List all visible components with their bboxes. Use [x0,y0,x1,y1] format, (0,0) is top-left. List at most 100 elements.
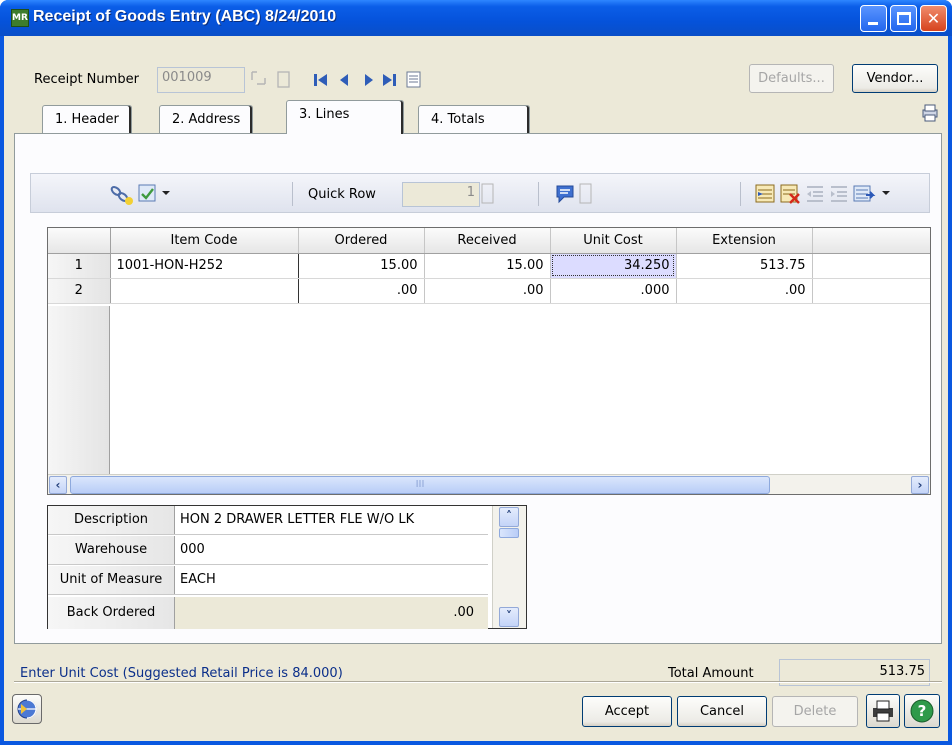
column-header-filler [812,228,930,254]
help-center-button[interactable] [12,694,42,724]
scroll-up-icon[interactable]: ˄ [499,507,519,527]
accept-button[interactable]: Accept [582,696,672,727]
ordered-cell[interactable]: 15.00 [298,253,425,279]
app-logo-icon: MR [11,9,29,27]
toolbar-separator [292,182,293,206]
description-value[interactable]: HON 2 DRAWER LETTER FLE W/O LK [180,506,414,534]
defaults-button-label: Defaults... [758,71,825,86]
last-record-icon[interactable] [381,72,399,88]
cancel-button[interactable]: Cancel [677,696,767,727]
unit-of-measure-value[interactable]: EACH [180,566,216,594]
next-number-icon[interactable] [276,70,292,90]
grid-header-row: Item Code Ordered Received Unit Cost Ext… [48,228,930,254]
warehouse-value[interactable]: 000 [180,536,205,564]
first-record-icon[interactable] [312,72,330,88]
tab-lines[interactable]: 3. Lines [286,100,404,134]
horizontal-scrollbar[interactable]: ‹ III › [48,474,930,494]
warehouse-label: Warehouse [48,536,175,564]
item-code-cell[interactable] [110,278,299,304]
insert-line-icon[interactable] [754,183,778,205]
chevron-down-icon[interactable] [881,188,891,198]
ordered-cell[interactable]: .00 [298,278,425,304]
row-number[interactable]: 2 [48,278,111,304]
detail-row-description: Description HON 2 DRAWER LETTER FLE W/O … [48,506,488,535]
close-button[interactable]: ✕ [920,5,947,32]
maximize-icon [897,12,911,25]
help-icon: ? [910,699,934,723]
column-header-item-code[interactable]: Item Code [110,228,299,254]
extension-cell[interactable]: 513.75 [676,253,813,279]
column-header-ordered[interactable]: Ordered [298,228,425,254]
tab-totals[interactable]: 4. Totals [418,105,530,133]
scroll-grip: III [415,479,425,490]
minimize-icon [868,22,878,25]
table-row[interactable]: 2 .00 .00 .000 .00 [48,278,930,304]
lines-table: Item Code Ordered Received Unit Cost Ext… [48,228,930,304]
footer-divider [14,681,942,683]
tab-header-label: 1. Header [55,112,119,127]
print-button[interactable] [866,694,900,728]
scroll-thumb[interactable]: III [70,476,770,494]
comment-icon[interactable] [555,183,577,205]
scroll-left-icon[interactable]: ‹ [49,476,67,494]
record-list-icon[interactable] [405,70,423,90]
quick-row-spin-icon[interactable] [481,183,495,205]
comment-box-icon[interactable] [579,183,593,205]
next-record-icon[interactable] [362,72,376,88]
previous-record-icon[interactable] [337,72,351,88]
item-lookup-icon[interactable] [136,182,160,206]
link-item-icon[interactable] [108,182,136,206]
total-amount-label: Total Amount [668,666,754,681]
receipt-number-field[interactable]: 001009 [157,67,245,93]
filler-cell [812,253,930,279]
detail-vertical-scrollbar[interactable]: ˄ ˅ [492,506,526,628]
scroll-down-icon[interactable]: ˅ [499,607,519,627]
close-icon: ✕ [926,9,941,28]
unit-cost-cell[interactable]: .000 [550,278,677,304]
row-number[interactable]: 1 [48,253,111,279]
lines-grid[interactable]: Item Code Ordered Received Unit Cost Ext… [47,227,931,495]
vendor-button[interactable]: Vendor... [852,64,938,93]
minimize-button[interactable] [860,5,887,32]
quick-row-field[interactable]: 1 [402,182,480,207]
globe-icon [17,699,37,719]
outdent-icon[interactable] [804,183,826,205]
indent-icon[interactable] [828,183,850,205]
maximize-button[interactable] [890,5,917,32]
window-client: Receipt Number 001009 Defaults... Vendor… [4,36,948,741]
column-header-extension[interactable]: Extension [676,228,813,254]
detail-scroll-thumb[interactable] [499,528,519,538]
description-label: Description [48,506,175,534]
toolbar-separator [538,182,539,206]
receipt-number-label: Receipt Number [34,72,139,87]
unit-of-measure-label: Unit of Measure [48,566,175,594]
delete-button[interactable]: Delete [772,696,858,727]
tab-address[interactable]: 2. Address [159,105,254,133]
title-bar[interactable]: MR Receipt of Goods Entry (ABC) 8/24/201… [0,0,952,36]
table-row[interactable]: 1 1001-HON-H252 15.00 15.00 34.250 513.7… [48,253,930,279]
chevron-down-icon[interactable] [161,188,171,198]
lookup-icon[interactable] [250,70,268,90]
window-title: Receipt of Goods Entry (ABC) 8/24/2010 [33,8,337,25]
status-message: Enter Unit Cost (Suggested Retail Price … [20,666,343,681]
received-cell[interactable]: .00 [424,278,551,304]
tab-header[interactable]: 1. Header [42,105,132,133]
accept-button-label: Accept [604,704,650,719]
column-header-unit-cost[interactable]: Unit Cost [550,228,677,254]
item-code-cell[interactable]: 1001-HON-H252 [110,253,299,279]
detail-row-back-ordered: Back Ordered .00 [48,597,488,629]
delete-line-icon[interactable] [779,183,803,205]
printer-small-icon[interactable] [920,103,940,123]
unit-cost-cell[interactable]: 34.250 [550,253,677,279]
detail-row-warehouse: Warehouse 000 [48,536,488,565]
line-options-icon[interactable] [852,183,876,205]
extension-cell[interactable]: .00 [676,278,813,304]
received-cell[interactable]: 15.00 [424,253,551,279]
svg-text:?: ? [918,702,927,720]
detail-row-unit-of-measure: Unit of Measure EACH [48,566,488,595]
column-header-received[interactable]: Received [424,228,551,254]
row-header-fill [48,306,110,483]
scroll-right-icon[interactable]: › [911,476,929,494]
defaults-button[interactable]: Defaults... [749,64,834,93]
help-button[interactable]: ? [904,694,940,728]
